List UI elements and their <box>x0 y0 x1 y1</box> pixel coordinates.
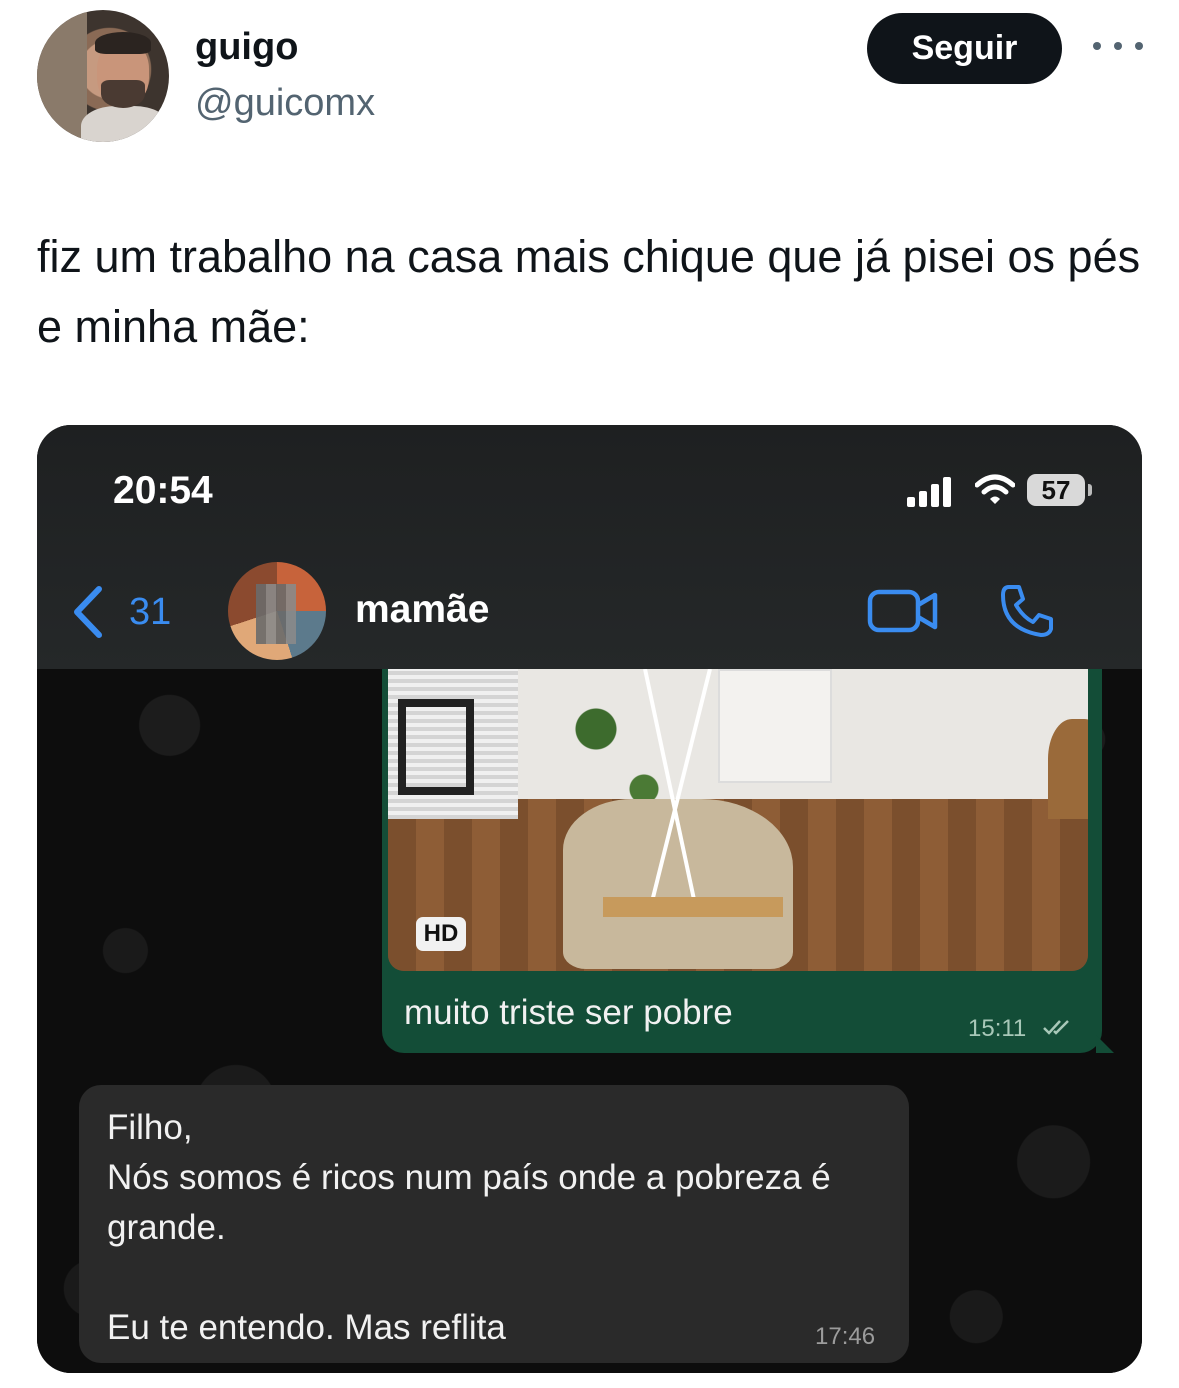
battery-icon: 57 <box>1027 474 1092 506</box>
received-message-bubble[interactable]: Filho, Nós somos é ricos num país onde a… <box>79 1085 909 1363</box>
hd-badge: HD <box>416 917 466 951</box>
contact-name[interactable]: mamãe <box>355 588 489 632</box>
avatar-hair <box>95 32 151 54</box>
chat-header: 20:54 57 31 mamãe <box>37 425 1142 669</box>
received-message-time: 17:46 <box>815 1323 876 1350</box>
avatar-beard <box>101 80 145 108</box>
sent-message-text: muito triste ser pobre <box>404 993 733 1032</box>
sent-message-time: 15:11 <box>968 1015 1027 1042</box>
sent-message-bubble[interactable]: HD muito triste ser pobre 15:11 <box>382 669 1114 1053</box>
status-time: 20:54 <box>113 469 213 512</box>
video-call-icon[interactable] <box>867 589 939 633</box>
unread-count[interactable]: 31 <box>129 591 171 634</box>
avatar-shirt <box>81 106 169 142</box>
more-options-icon[interactable] <box>1093 34 1143 58</box>
user-avatar[interactable] <box>37 10 169 142</box>
double-check-icon <box>1043 1020 1069 1035</box>
embedded-screenshot[interactable]: 20:54 57 31 mamãe HD muito triste ser po… <box>37 425 1142 1373</box>
display-name[interactable]: guigo <box>195 26 298 69</box>
received-message-text: Filho, Nós somos é ricos num país onde a… <box>107 1108 831 1347</box>
follow-button[interactable]: Seguir <box>867 13 1062 84</box>
contact-avatar[interactable] <box>228 562 326 660</box>
user-handle[interactable]: @guicomx <box>195 82 375 125</box>
phone-call-icon[interactable] <box>999 583 1055 639</box>
cellular-signal-icon <box>907 477 957 507</box>
tweet-text: fiz um trabalho na casa mais chique que … <box>37 231 1141 352</box>
avatar-background <box>37 10 87 142</box>
back-chevron-icon[interactable] <box>71 585 105 639</box>
wifi-icon <box>975 474 1015 504</box>
message-photo[interactable]: HD <box>388 669 1088 971</box>
